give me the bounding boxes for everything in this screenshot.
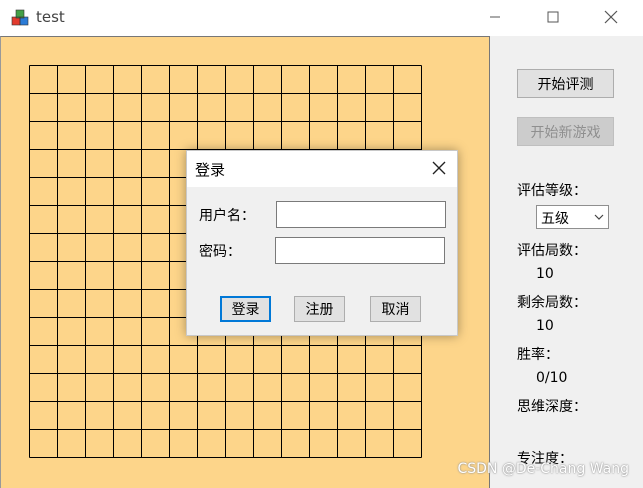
username-input[interactable]	[276, 201, 446, 228]
window-title: test	[36, 8, 65, 26]
cancel-button[interactable]: 取消	[370, 296, 421, 322]
username-label: 用户名：	[199, 208, 255, 224]
maximize-icon	[547, 11, 559, 23]
side-panel: 开始评测 开始新游戏 评估等级： 五级 评估局数： 10 剩余局数： 10 胜率…	[491, 36, 643, 488]
new-game-button[interactable]: 开始新游戏	[517, 117, 614, 146]
eval-games-label: 评估局数：	[517, 243, 587, 259]
app-cubes-icon	[11, 9, 29, 26]
maximize-button[interactable]	[524, 0, 582, 34]
register-button[interactable]: 注册	[294, 296, 345, 322]
win-rate-label: 胜率：	[517, 347, 559, 363]
remaining-games-value: 10	[536, 318, 554, 334]
remaining-games-label: 剩余局数：	[517, 295, 587, 311]
close-icon[interactable]	[431, 160, 447, 176]
start-eval-button[interactable]: 开始评测	[517, 69, 614, 98]
login-dialog: 登录 用户名： 密码： 登录 注册 取消	[186, 150, 458, 336]
password-label: 密码：	[199, 244, 241, 260]
login-button[interactable]: 登录	[220, 296, 271, 322]
eval-games-value: 10	[536, 266, 554, 282]
chevron-down-icon	[594, 214, 604, 220]
dialog-titlebar: 登录	[187, 151, 457, 187]
close-icon	[604, 10, 618, 24]
password-input[interactable]	[275, 237, 445, 264]
watermark: CSDN @De-Chang Wang	[457, 461, 629, 477]
eval-level-label: 评估等级：	[517, 183, 587, 199]
dialog-title: 登录	[195, 161, 226, 179]
eval-level-value: 五级	[541, 211, 569, 227]
minimize-icon	[490, 16, 500, 18]
close-button[interactable]	[582, 0, 640, 34]
minimize-button[interactable]	[466, 0, 524, 34]
thinking-depth-label: 思维深度：	[517, 399, 587, 415]
win-rate-value: 0/10	[536, 370, 568, 386]
window-titlebar: test	[0, 0, 643, 36]
eval-level-select[interactable]: 五级	[536, 205, 609, 229]
